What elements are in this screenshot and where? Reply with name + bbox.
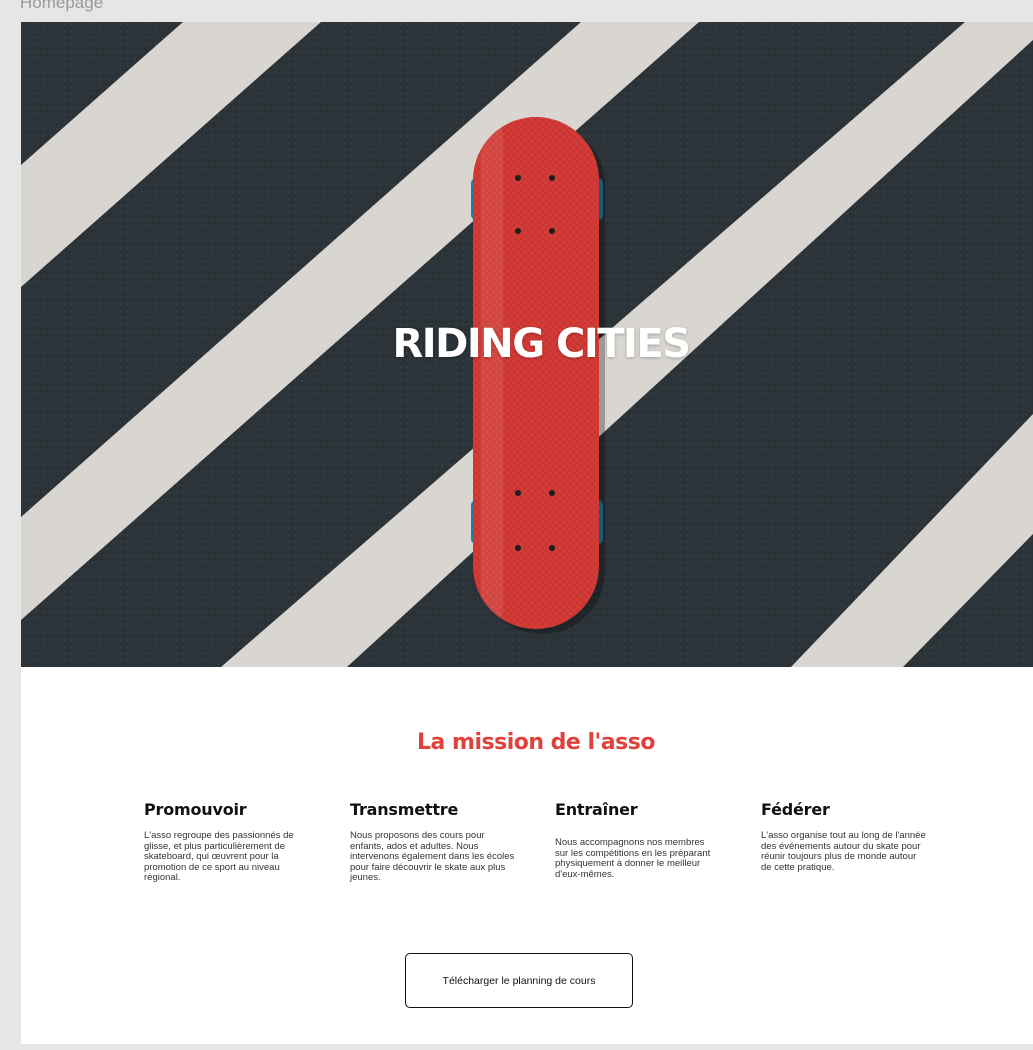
column-text: L'asso regroupe des passionnés de glisse…: [144, 830, 294, 883]
column-heading: Promouvoir: [144, 800, 247, 819]
column-text: L'asso organise tout au long de l'année …: [761, 830, 926, 873]
frame-label: Homepage: [20, 0, 104, 12]
homepage: RIDING CITIES La mission de l'asso Promo…: [21, 22, 1033, 1044]
column-heading: Entraîner: [555, 800, 638, 819]
mission-column-transmettre: Transmettre Nous proposons des cours pou…: [350, 800, 515, 884]
mission-column-federer: Fédérer L'asso organise tout au long de …: [761, 800, 926, 873]
mission-column-entrainer: Entraîner Nous accompagnons nos membres …: [555, 800, 720, 880]
mission-column-promouvoir: Promouvoir L'asso regroupe des passionné…: [144, 800, 309, 884]
hero-title: RIDING CITIES: [392, 321, 691, 367]
column-heading: Transmettre: [350, 800, 459, 819]
mission-title: La mission de l'asso: [417, 730, 655, 755]
column-text: Nous proposons des cours pour enfants, a…: [350, 830, 515, 883]
column-heading: Fédérer: [761, 800, 830, 819]
column-text: Nous accompagnons nos membres sur les co…: [555, 837, 711, 880]
skateboard-deck: [473, 117, 599, 629]
download-schedule-button[interactable]: Télécharger le planning de cours: [405, 953, 633, 1008]
hero-banner: RIDING CITIES: [21, 22, 1033, 667]
